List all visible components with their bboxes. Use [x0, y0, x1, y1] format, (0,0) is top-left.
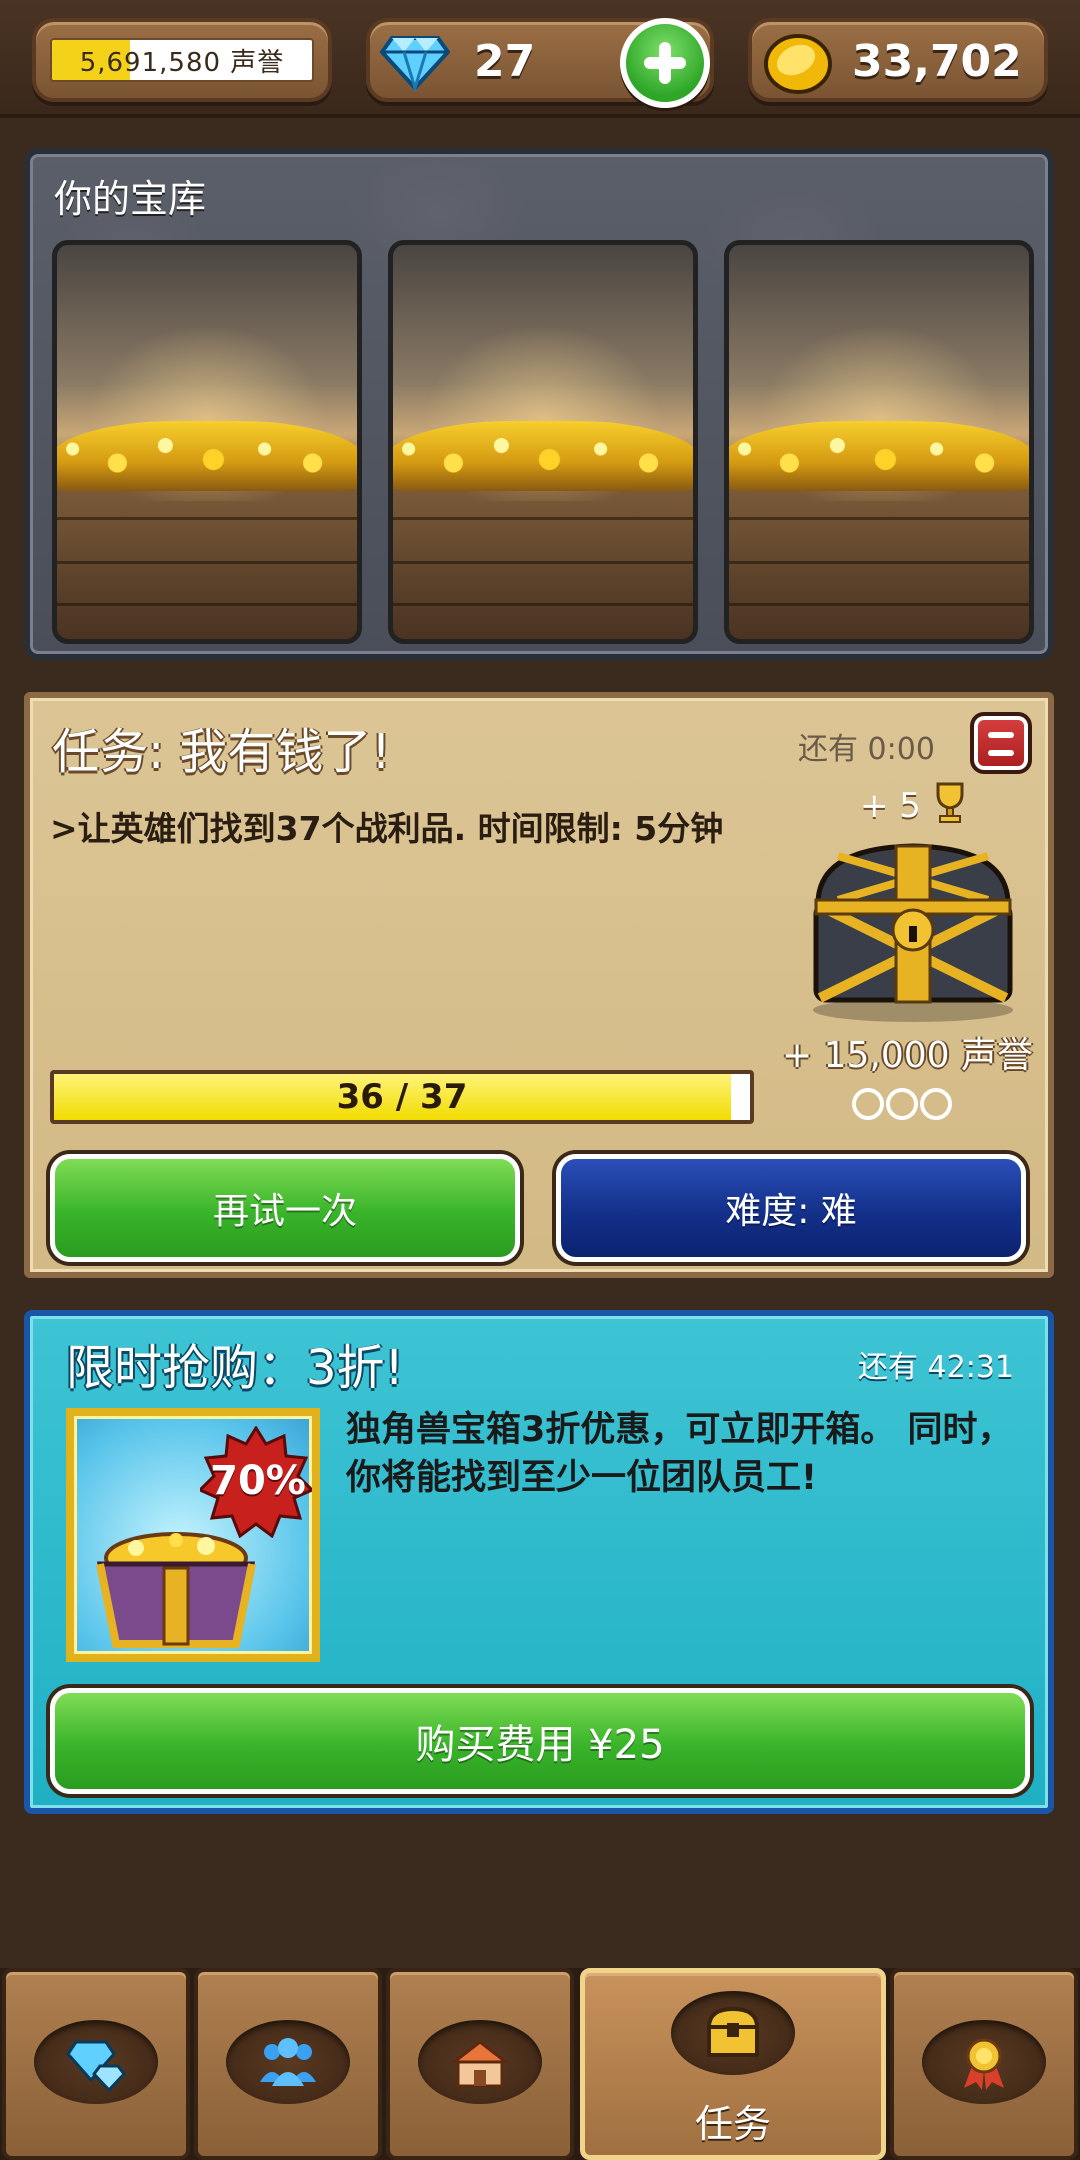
flash-sale-panel: 限时抢购：3折! 还有 42:31 70% 独角兽宝箱3折优惠，可立即开箱。 同… [24, 1310, 1054, 1814]
tab-achievements[interactable] [890, 1968, 1078, 2160]
vault-slot-3[interactable] [724, 240, 1034, 644]
coin-icon [764, 34, 832, 94]
reputation-bar: 5,691,580 声誉 [50, 38, 314, 82]
star-rating [852, 1088, 952, 1120]
tab-town[interactable] [386, 1968, 574, 2160]
reputation-pill[interactable]: 5,691,580 声誉 [32, 18, 332, 102]
gold-pile-icon [393, 421, 693, 491]
retry-button[interactable]: 再试一次 [50, 1154, 520, 1262]
buy-button[interactable]: 购买费用 ¥25 [50, 1688, 1030, 1794]
add-gems-button[interactable] [620, 18, 710, 108]
gems-icon [66, 2040, 126, 2092]
vault-title: 你的宝库 [54, 177, 207, 221]
quest-description: >让英雄们找到37个战利品. 时间限制: 5分钟 [50, 809, 724, 848]
sale-title: 限时抢购：3折! [66, 1340, 404, 1396]
quest-progress-text: 36 / 37 [336, 1077, 468, 1117]
gold-pile-icon [729, 421, 1029, 491]
difficulty-button[interactable]: 难度: 难 [556, 1154, 1026, 1262]
quest-title: 任务: 我有钱了! [52, 724, 391, 780]
tab-gems[interactable] [2, 1968, 190, 2160]
vault-slot-2[interactable] [388, 240, 698, 644]
plank-line [393, 517, 693, 520]
sale-offer-image: 70% [66, 1408, 320, 1662]
tab-quests[interactable]: 任务 [580, 1968, 886, 2160]
quest-panel: 任务: 我有钱了! 还有 0:00 >让英雄们找到37个战利品. 时间限制: 5… [24, 692, 1054, 1278]
plank-line [393, 561, 693, 564]
quest-time-left: 还有 0:00 [798, 732, 935, 767]
reputation-text: 5,691,580 声誉 [79, 47, 285, 78]
town-icon [450, 2040, 510, 2088]
gold-pile-icon [57, 421, 357, 491]
reputation-reward: + 15,000 声誉 [782, 1035, 1034, 1076]
plank-line [57, 561, 357, 564]
tab-quests-label: 任务 [694, 2102, 771, 2146]
app-root: 5,691,580 声誉 27 33,702 你的宝库 任务: 我有钱了! 还有… [0, 0, 1080, 2160]
plank-line [729, 561, 1029, 564]
trophy-reward: + 5 [860, 786, 921, 826]
gold-pill[interactable]: 33,702 [748, 18, 1048, 102]
plank-line [393, 603, 693, 606]
star-empty-icon [886, 1088, 918, 1120]
medal-icon [964, 2038, 1004, 2090]
plank-line [57, 517, 357, 520]
discount-badge-text: 70% [210, 1458, 306, 1504]
chest-icon [813, 843, 1013, 1022]
heroes-icon [260, 2038, 316, 2086]
sale-description: 独角兽宝箱3折优惠，可立即开箱。 同时，你将能找到至少一位团队员工! [346, 1410, 1013, 1498]
trophy-icon [936, 782, 964, 823]
vault-slot-1[interactable] [52, 240, 362, 644]
diamond-icon [380, 36, 450, 92]
star-empty-icon [852, 1088, 884, 1120]
chest-icon [706, 2006, 760, 2057]
plank-line [729, 603, 1029, 606]
plank-line [57, 603, 357, 606]
vault-panel: 你的宝库 [24, 148, 1054, 660]
gems-count: 27 [474, 36, 536, 87]
top-bar: 5,691,580 声誉 27 33,702 [0, 0, 1080, 118]
tab-heroes[interactable] [194, 1968, 382, 2160]
quest-switch-button[interactable] [970, 712, 1032, 774]
star-empty-icon [920, 1088, 952, 1120]
plank-line [729, 517, 1029, 520]
sale-time-left: 还有 42:31 [858, 1350, 1014, 1385]
gold-count: 33,702 [852, 36, 1022, 87]
gems-pill[interactable]: 27 [366, 18, 714, 108]
bottom-nav: 任务 [0, 1968, 1080, 2160]
quest-progress-bar: 36 / 37 [50, 1070, 754, 1124]
